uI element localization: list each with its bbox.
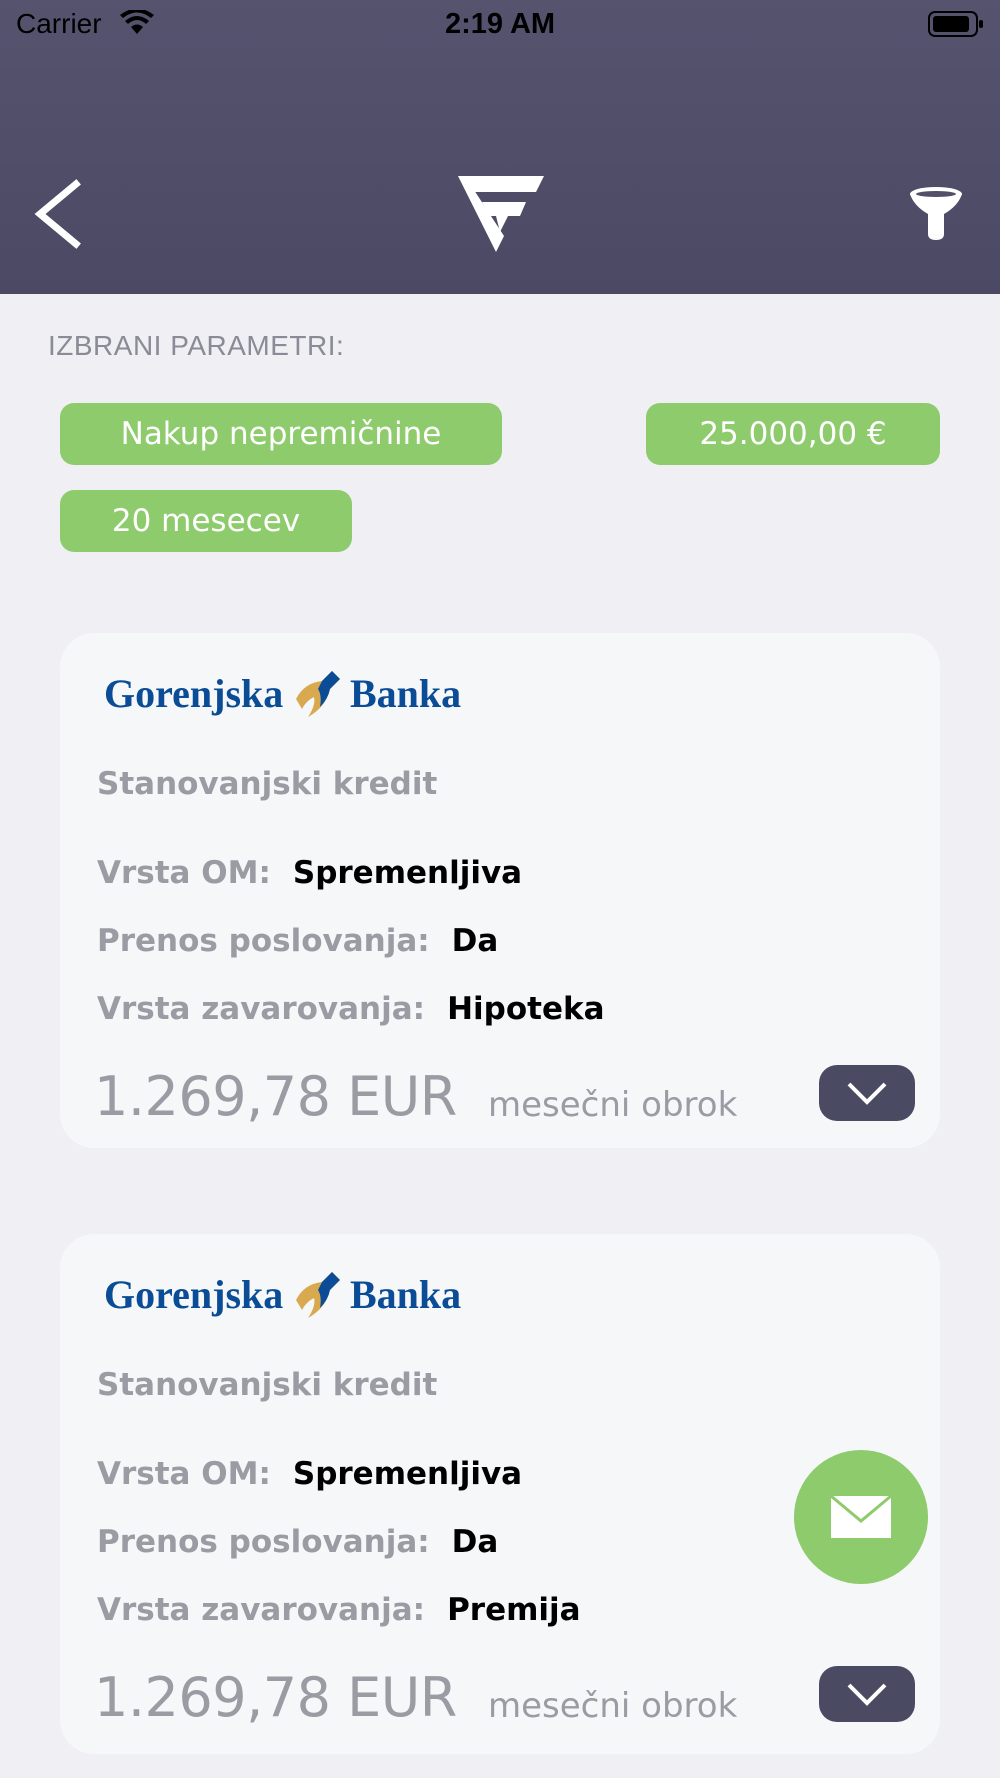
detail-row-rate-type: Vrsta OM: Spremenljiva: [97, 855, 522, 891]
bank-logo-right: Banka: [350, 671, 461, 716]
filter-funnel-icon: [910, 187, 962, 240]
chevron-left-icon: [34, 179, 81, 249]
monthly-price: 1.269,78 EUR: [94, 1666, 457, 1729]
detail-row-insurance: Vrsta zavarovanja: Premija: [97, 1592, 581, 1628]
detail-row-rate-type: Vrsta OM: Spremenljiva: [97, 1456, 522, 1492]
price-caption: mesečni obrok: [488, 1085, 738, 1125]
battery-icon: [928, 11, 983, 37]
clock: 2:19 AM: [444, 8, 556, 40]
detail-value: Da: [451, 923, 499, 959]
detail-value: Premija: [447, 1592, 581, 1628]
detail-label: Prenos poslovanja:: [97, 1524, 430, 1560]
detail-row-transfer: Prenos poslovanja: Da: [97, 923, 498, 959]
param-chip-term[interactable]: 20 mesecev: [60, 490, 352, 552]
monthly-price: 1.269,78 EUR: [94, 1065, 457, 1128]
product-name: Stanovanjski kredit: [97, 1367, 438, 1403]
expand-button[interactable]: [819, 1065, 915, 1121]
status-bar: Carrier 2:19 AM: [0, 0, 1000, 50]
selected-params-label: IZBRANI PARAMETRI:: [48, 330, 345, 361]
param-chip-purpose[interactable]: Nakup nepremičnine: [60, 403, 502, 465]
bank-logo-right: Banka: [350, 1272, 461, 1317]
detail-label: Vrsta OM:: [97, 855, 271, 891]
detail-label: Vrsta OM:: [97, 1456, 271, 1492]
back-button[interactable]: [32, 178, 84, 250]
detail-label: Vrsta zavarovanja:: [97, 991, 426, 1027]
bank-logo: Gorenjska Banka: [104, 1264, 474, 1324]
chevron-down-icon: [847, 1082, 887, 1105]
offer-card[interactable]: Gorenjska Banka Stanovanjski kredit Vrst…: [60, 633, 940, 1148]
detail-value: Da: [451, 1524, 499, 1560]
detail-row-insurance: Vrsta zavarovanja: Hipoteka: [97, 991, 605, 1027]
filter-button[interactable]: [908, 186, 964, 242]
param-chip-amount[interactable]: 25.000,00 €: [646, 403, 940, 465]
mail-icon: [830, 1495, 892, 1538]
app-logo: [456, 172, 546, 254]
contact-mail-button[interactable]: [794, 1450, 928, 1584]
bank-logo-left: Gorenjska: [104, 1272, 283, 1317]
detail-value: Spremenljiva: [292, 855, 523, 891]
detail-value: Spremenljiva: [292, 1456, 523, 1492]
detail-value: Hipoteka: [447, 991, 605, 1027]
price-caption: mesečni obrok: [488, 1686, 738, 1726]
bank-logo-left: Gorenjska: [104, 671, 283, 716]
bank-logo: Gorenjska Banka: [104, 663, 474, 723]
detail-label: Vrsta zavarovanja:: [97, 1592, 426, 1628]
detail-label: Prenos poslovanja:: [97, 923, 430, 959]
product-name: Stanovanjski kredit: [97, 766, 438, 802]
top-header: Carrier 2:19 AM: [0, 0, 1000, 294]
expand-button[interactable]: [819, 1666, 915, 1722]
chevron-down-icon: [847, 1683, 887, 1706]
detail-row-transfer: Prenos poslovanja: Da: [97, 1524, 498, 1560]
